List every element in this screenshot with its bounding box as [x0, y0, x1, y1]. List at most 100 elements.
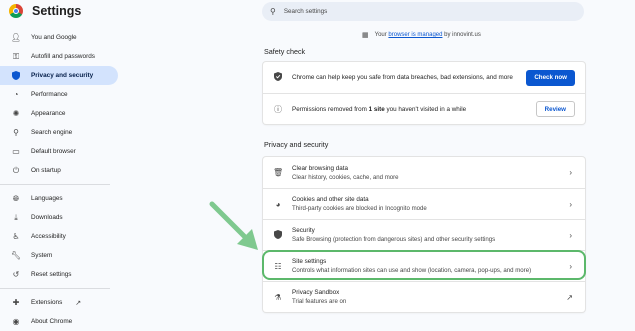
- safety-check-text: Chrome can help keep you safe from data …: [292, 74, 513, 81]
- managed-notice: ▦ Your browser is managed by innovint.us: [362, 31, 481, 39]
- check-now-button[interactable]: Check now: [526, 69, 575, 86]
- sidebar-item-label: System: [31, 252, 53, 259]
- sidebar-item-label: Default browser: [31, 148, 76, 155]
- sidebar-item-search-engine[interactable]: ⚲ Search engine: [0, 123, 118, 142]
- row-title: Security: [292, 227, 315, 234]
- row-subtitle: Third-party cookies are blocked in Incog…: [292, 205, 427, 212]
- sidebar-item-accessibility[interactable]: ♿︎ Accessibility: [0, 227, 118, 246]
- chevron-right-icon: ›: [569, 168, 572, 177]
- speedometer-icon: ◔: [13, 89, 19, 99]
- search-bar[interactable]: ⚲: [262, 2, 584, 21]
- external-link-icon: ↗: [75, 299, 82, 307]
- row-subtitle: Controls what information sites can use …: [292, 267, 532, 274]
- sidebar-item-label: Appearance: [31, 110, 66, 117]
- sidebar-item-downloads[interactable]: ⤓ Downloads: [0, 208, 118, 227]
- safety-check-card: Chrome can help keep you safe from data …: [263, 62, 585, 124]
- sidebar-item-label: Accessibility: [31, 233, 66, 240]
- external-link-icon: ↗: [566, 292, 573, 302]
- sidebar-item-reset-settings[interactable]: ↺ Reset settings: [0, 265, 118, 284]
- row-subtitle: Trial features are on: [292, 298, 347, 305]
- privacy-card: 🗑︎ Clear browsing data Clear history, co…: [263, 157, 585, 312]
- row-title: Privacy Sandbox: [292, 289, 340, 296]
- power-icon: ⏻: [12, 165, 20, 175]
- sidebar-item-label: Performance: [31, 91, 68, 98]
- flask-icon: ⚗: [274, 292, 282, 302]
- privacy-row-privacy-sandbox[interactable]: ⚗ Privacy Sandbox Trial features are on …: [263, 281, 585, 312]
- sidebar-item-label: Downloads: [31, 214, 63, 221]
- permissions-text-before: Permissions removed from: [292, 105, 369, 113]
- sidebar-item-label: Extensions: [31, 299, 63, 306]
- permissions-text-after: you haven't visited in a while: [384, 105, 467, 113]
- chevron-right-icon: ›: [569, 261, 572, 271]
- shield-icon: [12, 71, 20, 80]
- building-icon: ▦: [362, 32, 369, 39]
- palette-icon: ✺: [12, 108, 20, 118]
- accessibility-icon: ♿︎: [12, 231, 20, 241]
- privacy-row-security[interactable]: Security Safe Browsing (protection from …: [263, 219, 585, 250]
- review-button[interactable]: Review: [535, 101, 575, 117]
- sidebar-item-languages[interactable]: 🌐︎ Languages: [0, 189, 118, 208]
- download-icon: ⤓: [14, 212, 18, 222]
- managed-link[interactable]: browser is managed: [388, 32, 442, 38]
- sidebar-item-label: Privacy and security: [31, 72, 94, 79]
- chevron-right-icon: ›: [569, 230, 572, 240]
- sidebar-item-label: You and Google: [31, 34, 77, 41]
- row-title: Site settings: [292, 258, 327, 265]
- sidebar-item-label: On startup: [31, 167, 61, 174]
- search-icon: ⚲: [13, 127, 19, 137]
- sidebar-item-performance[interactable]: ◔ Performance: [0, 85, 118, 104]
- sidebar-item-default-browser[interactable]: ▭ Default browser: [0, 142, 118, 161]
- globe-icon: 🌐︎: [12, 193, 20, 203]
- sidebar-item-you-and-google[interactable]: 👤︎ You and Google: [0, 28, 118, 47]
- shield-icon: [273, 229, 283, 241]
- info-icon: ⓘ: [274, 104, 282, 114]
- safety-check-row: Chrome can help keep you safe from data …: [263, 62, 585, 93]
- key-icon: ⚿: [12, 51, 20, 61]
- page-title: Settings: [32, 4, 82, 18]
- app-header: Settings: [9, 4, 81, 18]
- sidebar-nav: 👤︎ You and Google ⚿ Autofill and passwor…: [0, 28, 118, 331]
- sidebar-item-extensions[interactable]: ✚ Extensions ↗: [0, 293, 118, 312]
- permissions-row: ⓘ Permissions removed from 1 site you ha…: [263, 93, 585, 124]
- sidebar: Settings 👤︎ You and Google ⚿ Autofill an…: [0, 0, 122, 331]
- sidebar-item-label: Languages: [31, 195, 63, 202]
- sidebar-item-label: About Chrome: [31, 318, 73, 325]
- sidebar-item-autofill[interactable]: ⚿ Autofill and passwords: [0, 47, 118, 66]
- shield-check-icon: [273, 72, 283, 83]
- privacy-row-cookies[interactable]: ◕ Cookies and other site data Third-part…: [263, 188, 585, 219]
- sidebar-item-appearance[interactable]: ✺ Appearance: [0, 104, 118, 123]
- trash-icon: 🗑︎: [273, 168, 284, 177]
- row-title: Cookies and other site data: [292, 196, 369, 203]
- sidebar-divider: [0, 288, 110, 289]
- sidebar-item-label: Reset settings: [31, 271, 72, 278]
- cookie-icon: ◕: [275, 199, 281, 209]
- permissions-text-bold: 1 site: [368, 105, 385, 113]
- wrench-icon: 🔧︎: [10, 250, 22, 260]
- sidebar-item-label: Autofill and passwords: [31, 53, 95, 60]
- chevron-right-icon: ›: [569, 199, 572, 209]
- puzzle-icon: ✚: [12, 297, 20, 307]
- history-icon: ↺: [12, 269, 20, 279]
- row-subtitle: Safe Browsing (protection from dangerous…: [292, 236, 496, 243]
- safety-check-heading: Safety check: [264, 47, 306, 56]
- sidebar-divider: [0, 184, 110, 185]
- managed-prefix: Your: [374, 32, 387, 38]
- privacy-row-clear-browsing-data[interactable]: 🗑︎ Clear browsing data Clear history, co…: [263, 157, 585, 188]
- search-icon: ⚲: [270, 7, 276, 16]
- privacy-row-site-settings[interactable]: ☷ Site settings Controls what informatio…: [263, 250, 585, 281]
- person-icon: 👤︎: [10, 32, 22, 42]
- permissions-text: Permissions removed from 1 site you have…: [292, 105, 536, 114]
- row-title: Clear browsing data: [292, 164, 349, 172]
- sidebar-item-privacy[interactable]: Privacy and security: [0, 66, 118, 85]
- browser-icon: ▭: [12, 146, 20, 156]
- row-subtitle: Clear history, cookies, cache, and more: [292, 173, 399, 181]
- chrome-logo-icon: [9, 4, 23, 18]
- sidebar-item-about-chrome[interactable]: ◉ About Chrome: [0, 312, 118, 331]
- managed-suffix: by innovint.us: [444, 32, 481, 38]
- privacy-heading: Privacy and security: [264, 140, 329, 149]
- sidebar-item-system[interactable]: 🔧︎ System: [0, 246, 118, 265]
- sidebar-item-label: Search engine: [31, 129, 73, 136]
- search-input[interactable]: [283, 8, 564, 15]
- sidebar-item-on-startup[interactable]: ⏻ On startup: [0, 161, 118, 180]
- chrome-icon: ◉: [12, 316, 20, 326]
